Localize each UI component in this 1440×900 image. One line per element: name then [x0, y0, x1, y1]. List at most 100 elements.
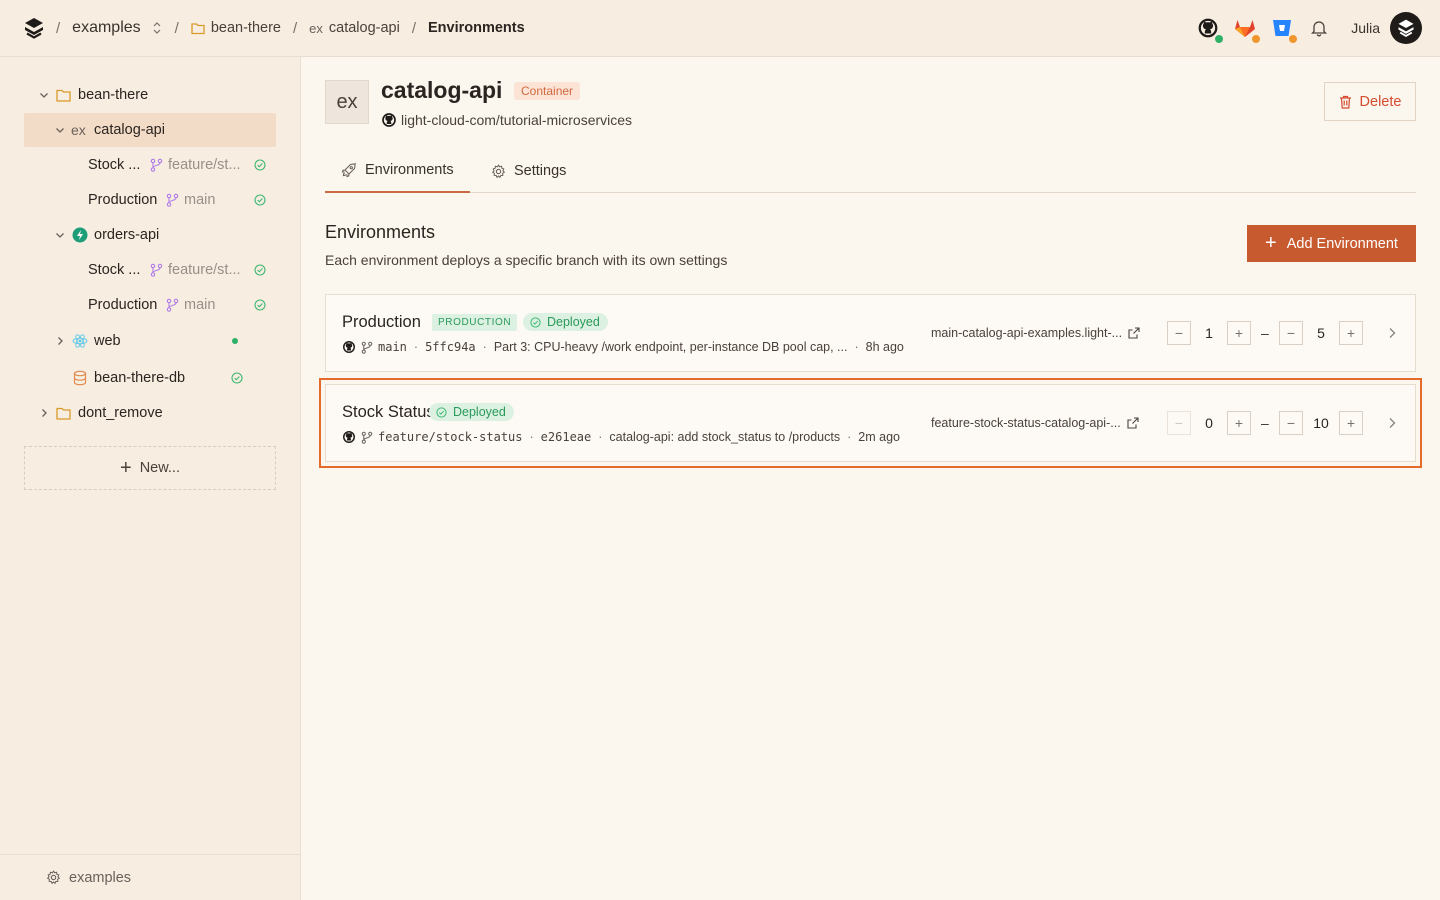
- app-logo-icon[interactable]: [22, 16, 46, 40]
- sidebar-item-label: Production: [88, 192, 158, 208]
- user-logo-icon: [1398, 19, 1414, 37]
- chevron-up-down-icon[interactable]: [151, 21, 163, 35]
- sidebar-item-env-production[interactable]: Production main: [24, 288, 276, 322]
- breadcrumb-separator: /: [174, 19, 179, 37]
- range-separator: –: [1261, 325, 1269, 341]
- external-link-icon: [1127, 417, 1139, 429]
- git-branch-icon: [166, 298, 179, 312]
- sidebar-item-web[interactable]: web: [24, 324, 276, 358]
- environment-url-link[interactable]: main-catalog-api-examples.light-...: [931, 326, 1140, 340]
- chevron-down-icon[interactable]: [38, 89, 50, 101]
- decrement-max-button[interactable]: −: [1279, 321, 1303, 345]
- database-icon: [73, 370, 87, 386]
- min-instances-stepper: − 0 +: [1167, 411, 1251, 435]
- status-label: Deployed: [453, 405, 506, 419]
- github-integration-button[interactable]: [1194, 14, 1225, 44]
- environment-name: Stock Status: [342, 403, 435, 421]
- user-name[interactable]: Julia: [1351, 20, 1380, 36]
- breadcrumb-separator: /: [56, 19, 61, 37]
- breadcrumb-current: Environments: [427, 20, 525, 36]
- section-title: Environments: [325, 222, 436, 242]
- check-circle-icon: [530, 316, 541, 328]
- bitbucket-integration-button[interactable]: [1268, 14, 1299, 44]
- chevron-right-icon[interactable]: [38, 407, 50, 419]
- breadcrumb-service[interactable]: ex catalog-api: [309, 20, 400, 36]
- sidebar-item-orders-api[interactable]: orders-api: [24, 218, 276, 252]
- external-link-icon: [1128, 327, 1140, 339]
- increment-max-button[interactable]: +: [1339, 321, 1363, 345]
- folder-icon: [56, 89, 71, 102]
- sidebar-item-dont-remove[interactable]: dont_remove: [24, 396, 276, 430]
- delete-button[interactable]: Delete: [1324, 82, 1416, 121]
- gitlab-integration-button[interactable]: [1231, 14, 1262, 44]
- sidebar-item-catalog-api[interactable]: ex catalog-api: [24, 113, 276, 147]
- breadcrumb-workspace[interactable]: examples: [72, 19, 162, 37]
- sidebar-item-label: bean-there: [78, 87, 149, 103]
- check-circle-icon: [254, 299, 266, 311]
- add-environment-button[interactable]: + Add Environment: [1247, 225, 1416, 262]
- decrement-max-button[interactable]: −: [1279, 411, 1303, 435]
- commit-hash[interactable]: e261eae: [541, 430, 592, 444]
- notifications-button[interactable]: [1305, 14, 1333, 42]
- increment-min-button[interactable]: +: [1227, 411, 1251, 435]
- plus-icon: +: [1265, 232, 1277, 254]
- min-instances-stepper: − 1 +: [1167, 321, 1251, 345]
- meta-separator: ·: [482, 340, 487, 354]
- sidebar-item-bean-there-db[interactable]: bean-there-db: [24, 361, 276, 395]
- commit-message: catalog-api: add stock_status to /produc…: [609, 430, 841, 444]
- branch-name: main: [378, 340, 407, 354]
- sidebar-item-env-stock-status[interactable]: Stock ... feature/st...: [24, 148, 276, 182]
- new-button-label: New...: [139, 460, 180, 476]
- environment-url: main-catalog-api-examples.light-...: [931, 326, 1123, 340]
- chevron-down-icon[interactable]: [54, 124, 66, 136]
- repo-link[interactable]: light-cloud-com/tutorial-microservices: [381, 112, 632, 128]
- breadcrumb: / examples / bean-there / ex catalog-api…: [56, 0, 537, 56]
- tab-label: Environments: [365, 162, 454, 178]
- git-branch-icon: [166, 193, 179, 207]
- environment-card-stock-status[interactable]: Stock Status Deployed feature/stock-stat…: [319, 378, 1422, 468]
- sidebar-item-label: web: [94, 333, 121, 349]
- branch-name: main: [184, 297, 216, 313]
- breadcrumb-project[interactable]: bean-there: [191, 20, 281, 36]
- status-label: Deployed: [547, 315, 600, 329]
- max-instances-value: 5: [1317, 325, 1325, 341]
- tab-label: Settings: [514, 163, 567, 179]
- increment-min-button[interactable]: +: [1227, 321, 1251, 345]
- sidebar-item-bean-there[interactable]: bean-there: [24, 78, 276, 112]
- rocket-icon: [341, 162, 357, 178]
- commit-message: Part 3: CPU-heavy /work endpoint, per-in…: [493, 340, 848, 354]
- meta-separator: ·: [598, 430, 603, 444]
- new-button[interactable]: + New...: [24, 446, 276, 490]
- tab-environments[interactable]: Environments: [325, 149, 470, 193]
- status-badge: Deployed: [429, 403, 514, 421]
- range-separator: –: [1261, 415, 1269, 431]
- bell-icon: [1311, 21, 1328, 37]
- environment-card-production[interactable]: Production PRODUCTION Deployed main · 5f…: [325, 294, 1416, 372]
- tab-settings[interactable]: Settings: [491, 149, 566, 193]
- github-icon: [343, 341, 355, 353]
- repo-name: light-cloud-com/tutorial-microservices: [401, 112, 633, 128]
- breadcrumb-workspace-label: examples: [72, 19, 141, 36]
- decrement-min-button[interactable]: −: [1167, 321, 1191, 345]
- git-branch-icon: [361, 341, 373, 354]
- chevron-right-icon[interactable]: [1387, 416, 1397, 430]
- chevron-right-icon[interactable]: [54, 335, 66, 347]
- avatar[interactable]: [1390, 12, 1422, 44]
- pending-status-dot: [1251, 34, 1262, 44]
- environment-url-link[interactable]: feature-stock-status-catalog-api-...: [931, 416, 1139, 430]
- workspace-settings-link[interactable]: examples: [0, 854, 300, 900]
- react-icon: [72, 334, 88, 348]
- branch-name: feature/st...: [168, 157, 241, 173]
- commit-hash[interactable]: 5ffc94a: [425, 340, 476, 354]
- sidebar-item-env-production[interactable]: Production main: [24, 183, 276, 217]
- environment-name: Production: [342, 313, 421, 331]
- chevron-right-icon[interactable]: [1387, 326, 1397, 340]
- breadcrumb-service-label: catalog-api: [328, 20, 400, 36]
- gear-icon: [491, 163, 506, 178]
- decrement-min-button[interactable]: −: [1167, 411, 1191, 435]
- production-badge: PRODUCTION: [432, 314, 518, 331]
- increment-max-button[interactable]: +: [1339, 411, 1363, 435]
- sidebar-item-env-stock-status[interactable]: Stock ... feature/st...: [24, 253, 276, 287]
- chevron-down-icon[interactable]: [54, 229, 66, 241]
- meta-separator: ·: [854, 340, 859, 354]
